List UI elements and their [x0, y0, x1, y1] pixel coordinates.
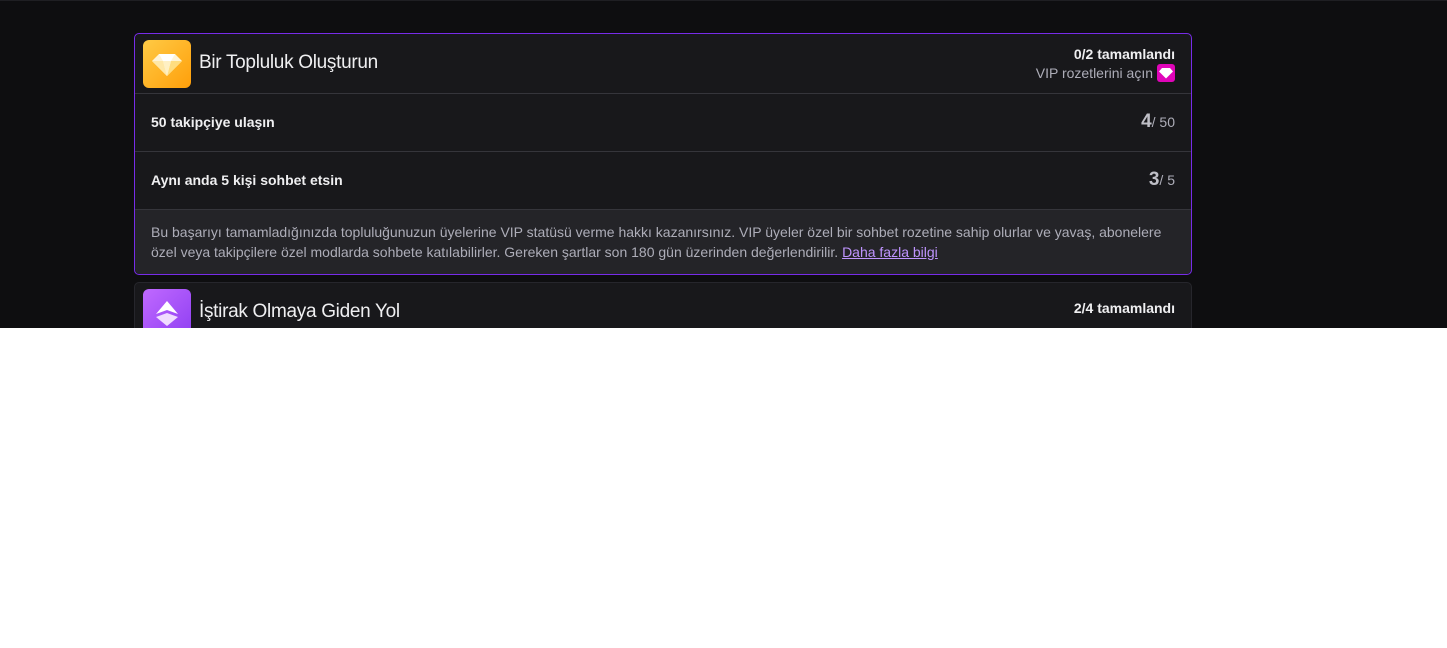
- achievement-header[interactable]: Bir Topluluk Oluşturun 0/2 tamamlandı VI…: [135, 34, 1191, 94]
- description-text: Bu başarıyı tamamladığınızda topluluğunu…: [151, 224, 1162, 260]
- completion-status: 2/4 tamamlandı: [1073, 300, 1175, 316]
- vip-gem-icon: [1157, 64, 1175, 82]
- requirement-row: 50 takipçiye ulaşın 4/ 50: [135, 94, 1191, 152]
- affiliate-icon: [143, 289, 191, 328]
- achievement-header[interactable]: İştirak Olmaya Giden Yol 2/4 tamamlandı: [135, 283, 1191, 328]
- requirement-progress: 4/ 50: [1141, 111, 1175, 133]
- learn-more-link[interactable]: Daha fazla bilgi: [842, 244, 938, 260]
- requirement-progress: 3/ 5: [1149, 169, 1175, 191]
- achievement-title: İştirak Olmaya Giden Yol: [199, 301, 400, 322]
- requirement-target: / 5: [1159, 172, 1175, 188]
- achievement-status-block: 2/4 tamamlandı: [1074, 299, 1175, 317]
- achievements-viewport: Bir Topluluk Oluşturun 0/2 tamamlandı VI…: [0, 0, 1447, 328]
- achievement-status-block: 0/2 tamamlandı VIP rozetlerini açın: [1036, 45, 1175, 83]
- diamond-icon: [143, 40, 191, 88]
- requirement-current: 3: [1148, 169, 1160, 190]
- achievement-title: Bir Topluluk Oluşturun: [199, 52, 378, 73]
- completion-status: 0/2 tamamlandı: [1073, 46, 1175, 62]
- reward-label: VIP rozetlerini açın: [1035, 65, 1153, 81]
- achievement-card-path-to-affiliate: İştirak Olmaya Giden Yol 2/4 tamamlandı: [134, 282, 1192, 328]
- requirement-row: Aynı anda 5 kişi sohbet etsin 3/ 5: [135, 152, 1191, 210]
- requirement-label: Aynı anda 5 kişi sohbet etsin: [151, 172, 343, 188]
- reward-line: VIP rozetlerini açın: [1036, 63, 1175, 83]
- requirement-target: / 50: [1151, 114, 1175, 130]
- achievement-description: Bu başarıyı tamamladığınızda topluluğunu…: [135, 210, 1191, 274]
- achievement-card-build-community: Bir Topluluk Oluşturun 0/2 tamamlandı VI…: [134, 33, 1192, 275]
- requirement-label: 50 takipçiye ulaşın: [151, 114, 275, 130]
- requirement-current: 4: [1141, 111, 1152, 132]
